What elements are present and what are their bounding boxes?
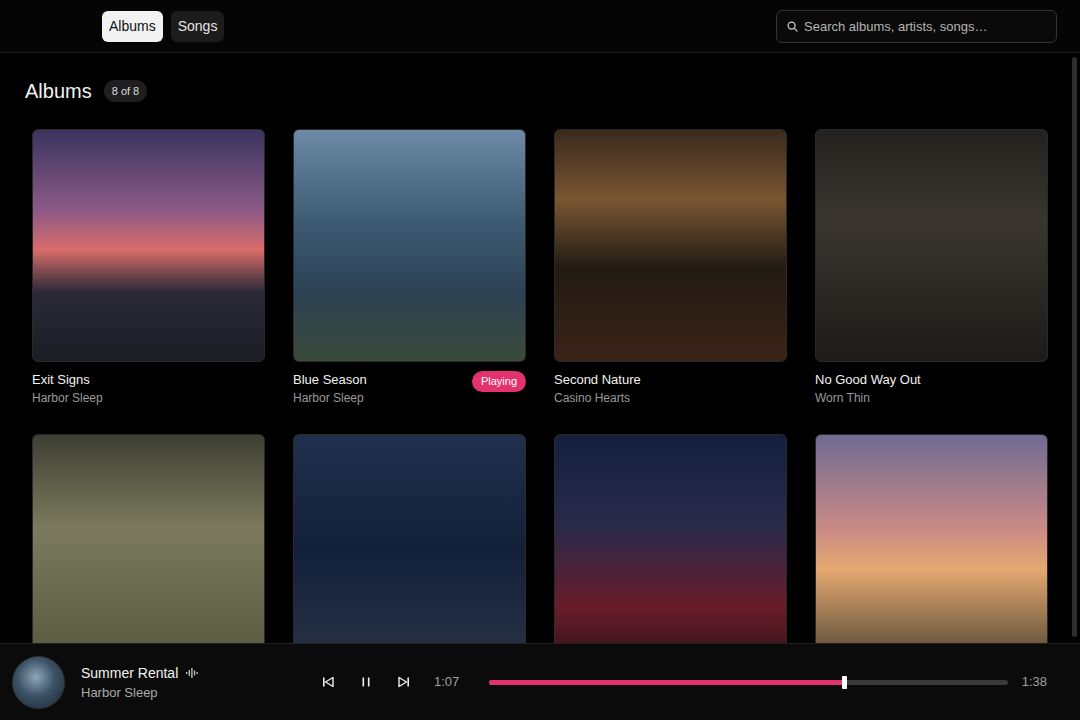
album-card[interactable] — [815, 434, 1048, 643]
album-text: No Good Way Out Worn Thin — [815, 362, 921, 406]
now-playing: Summer Rental Harbor Sleep — [0, 656, 316, 709]
search-field — [776, 10, 1057, 43]
album-meta: No Good Way Out Worn Thin — [815, 362, 1048, 406]
next-button[interactable] — [392, 670, 416, 694]
albums-panel: Albums8 of 8Exit SignsHarbor SleepBlue S… — [0, 53, 1080, 643]
album-text: Second Nature Casino Hearts — [554, 362, 641, 406]
player-bar: Summer Rental Harbor Sleep 1:07 1:38 — [0, 643, 1080, 720]
album-title[interactable]: No Good Way Out — [815, 371, 921, 388]
album-meta: Blue Season Harbor Sleep Playing — [293, 362, 526, 406]
album-artist[interactable]: Worn Thin — [815, 390, 921, 406]
album-card[interactable]: Second Nature Casino Hearts — [554, 129, 787, 406]
progress-track[interactable] — [489, 680, 1007, 685]
tab[interactable]: Albums — [102, 11, 163, 42]
album-cover[interactable] — [815, 434, 1048, 643]
album-artist[interactable]: Harbor Sleep — [32, 390, 103, 406]
album-title[interactable]: Exit Signs — [32, 371, 103, 388]
album-card[interactable]: Blue Season Harbor Sleep Playing — [293, 129, 526, 406]
album-artist[interactable]: Casino Hearts — [554, 390, 641, 406]
progress-fill — [489, 680, 844, 685]
now-playing-text: Summer Rental Harbor Sleep — [81, 664, 198, 701]
previous-button[interactable] — [316, 670, 340, 694]
album-cover[interactable] — [32, 434, 265, 643]
album-text: Blue Season Harbor Sleep — [293, 362, 367, 406]
album-card[interactable] — [32, 434, 265, 643]
album-meta: Second Nature Casino Hearts — [554, 362, 787, 406]
pause-icon — [360, 676, 372, 688]
play-pause-button[interactable] — [354, 670, 378, 694]
album-cover[interactable] — [815, 129, 1048, 362]
album-grid: Exit Signs Harbor Sleep Blue Season Harbor … — [25, 129, 1048, 643]
elapsed-time: 1:07 — [434, 672, 459, 692]
playback-controls — [316, 670, 416, 694]
album-cover[interactable] — [554, 129, 787, 362]
album-cover[interactable] — [32, 129, 265, 362]
track-artist[interactable]: Harbor Sleep — [81, 684, 198, 701]
album-cover[interactable] — [554, 434, 787, 643]
album-card[interactable] — [554, 434, 787, 643]
album-card[interactable] — [293, 434, 526, 643]
album-title[interactable]: Second Nature — [554, 371, 641, 388]
album-card[interactable]: Exit Signs Harbor Sleep — [32, 129, 265, 406]
section-title: Albums — [25, 79, 92, 103]
now-playing-cover[interactable] — [12, 656, 65, 709]
top-bar: Albums Songs — [0, 0, 1080, 53]
waveform-icon — [186, 668, 198, 678]
scrollbar[interactable] — [1072, 57, 1077, 637]
album-cover[interactable] — [293, 434, 526, 643]
track-title[interactable]: Summer Rental — [81, 664, 178, 682]
search-input[interactable] — [776, 10, 1057, 43]
album-artist[interactable]: Harbor Sleep — [293, 390, 367, 406]
album-text: Exit Signs Harbor Sleep — [32, 362, 103, 406]
album-card[interactable]: No Good Way Out Worn Thin — [815, 129, 1048, 406]
section-header: Albums 8 of 8 — [25, 77, 1048, 105]
next-icon — [398, 676, 410, 688]
tab[interactable]: Songs — [171, 11, 225, 42]
progress-handle[interactable] — [842, 676, 847, 689]
album-meta: Exit Signs Harbor Sleep — [32, 362, 265, 406]
album-title[interactable]: Blue Season — [293, 371, 367, 388]
previous-icon — [322, 676, 334, 688]
count-badge: 8 of 8 — [104, 80, 148, 103]
duration-time: 1:38 — [1022, 672, 1047, 692]
tab-bar: Albums Songs — [102, 11, 224, 42]
playing-badge: Playing — [472, 371, 526, 392]
album-cover[interactable] — [293, 129, 526, 362]
now-title-row: Summer Rental — [81, 664, 198, 682]
search-icon — [787, 21, 798, 32]
